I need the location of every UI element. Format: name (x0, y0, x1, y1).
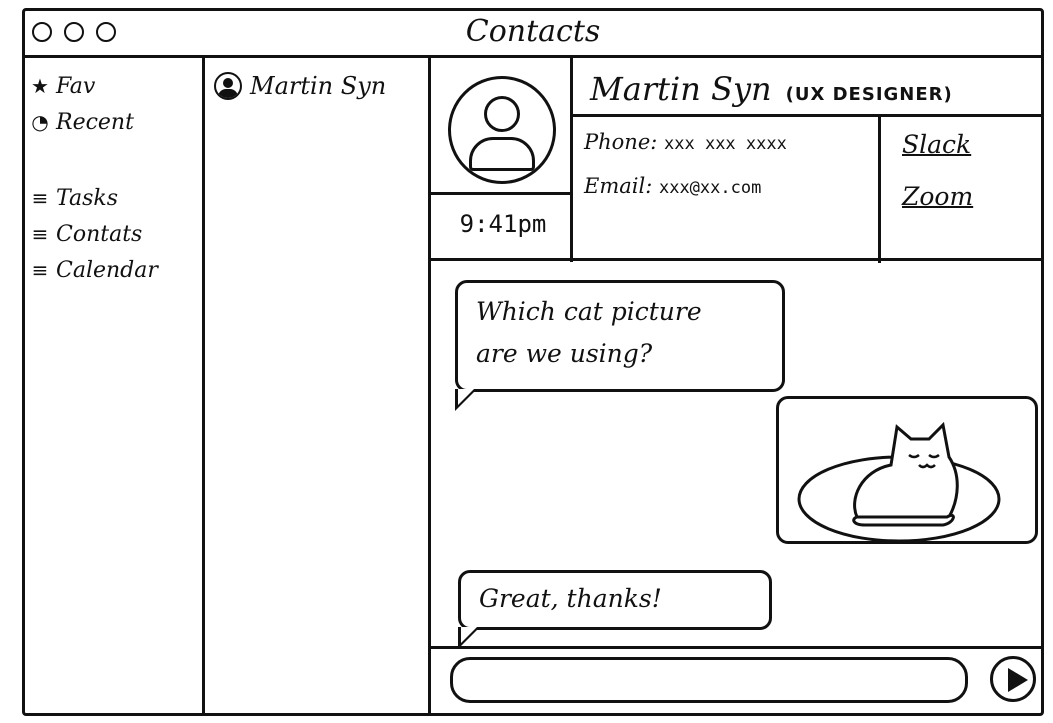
avatar-divider (570, 58, 573, 262)
avatar (448, 76, 556, 184)
cat-drawing (797, 421, 1001, 541)
title-bar: Contacts (22, 8, 1044, 58)
menu-icon: ≡ (31, 222, 49, 246)
email-value: xxx@xx.com (658, 178, 762, 198)
window-title: Contacts (465, 14, 601, 49)
sidebar-item-fav[interactable]: ★ Fav (30, 68, 202, 104)
contacts-divider (428, 58, 431, 716)
bubble-tail-fill (461, 627, 477, 643)
contact-name-heading: Martin Syn (UX DESIGNER) (590, 70, 953, 108)
bubble-tail-fill (458, 389, 474, 405)
header-chat-divider (428, 258, 1044, 261)
contact-list-item-name: Martin Syn (250, 72, 387, 100)
menu-icon: ≡ (31, 186, 49, 210)
sidebar-item-label: Calendar (56, 257, 158, 283)
sidebar-item-calendar[interactable]: ≡ Calendar (30, 252, 202, 288)
sidebar-item-label: Contats (56, 221, 143, 247)
sidebar: ★ Fav ◔ Recent ≡ Tasks ≡ Contats ≡ Calen… (30, 68, 202, 288)
menu-icon: ≡ (31, 258, 49, 282)
contact-name: Martin Syn (590, 70, 772, 108)
chat-message-outgoing: Great, thanks! (458, 570, 772, 649)
cat-image[interactable] (776, 396, 1038, 544)
chat-message-text: are we using? (476, 339, 653, 368)
sidebar-item-contacts[interactable]: ≡ Contats (30, 216, 202, 252)
contact-role: (UX DESIGNER) (785, 84, 953, 105)
chat-message-text: Great, thanks! (479, 584, 662, 613)
phone-label: Phone: (584, 130, 658, 154)
phone-value: xxx xxx xxxx (664, 134, 787, 154)
timestamp: 9:41pm (459, 210, 547, 238)
zoom-link[interactable]: Zoom (902, 182, 973, 211)
clock-icon: ◔ (31, 110, 49, 134)
info-links-divider (878, 117, 881, 263)
sidebar-item-recent[interactable]: ◔ Recent (30, 104, 202, 140)
phone-line: Phone: xxx xxx xxxx (584, 130, 787, 154)
chat-composer-divider (428, 646, 1044, 649)
slack-link[interactable]: Slack (902, 130, 971, 159)
name-info-divider (572, 114, 1044, 117)
chat-message-incoming: Which cat picture are we using? (455, 280, 785, 411)
avatar-icon (214, 72, 242, 100)
contact-list-item[interactable]: Martin Syn (214, 72, 386, 100)
sidebar-divider (202, 58, 205, 716)
avatar-body-shape (469, 137, 535, 171)
sidebar-item-label: Tasks (56, 185, 118, 211)
email-label: Email: (584, 174, 653, 198)
avatar-head-shape (484, 96, 520, 132)
sidebar-item-label: Fav (56, 73, 96, 99)
email-line: Email: xxx@xx.com (584, 174, 761, 198)
sidebar-item-label: Recent (56, 109, 134, 135)
star-icon: ★ (31, 74, 49, 98)
chat-message-text: Which cat picture (476, 297, 702, 326)
send-icon[interactable] (990, 656, 1036, 702)
sidebar-item-tasks[interactable]: ≡ Tasks (30, 180, 202, 216)
message-input[interactable] (450, 657, 968, 703)
avatar-time-divider (428, 192, 573, 195)
